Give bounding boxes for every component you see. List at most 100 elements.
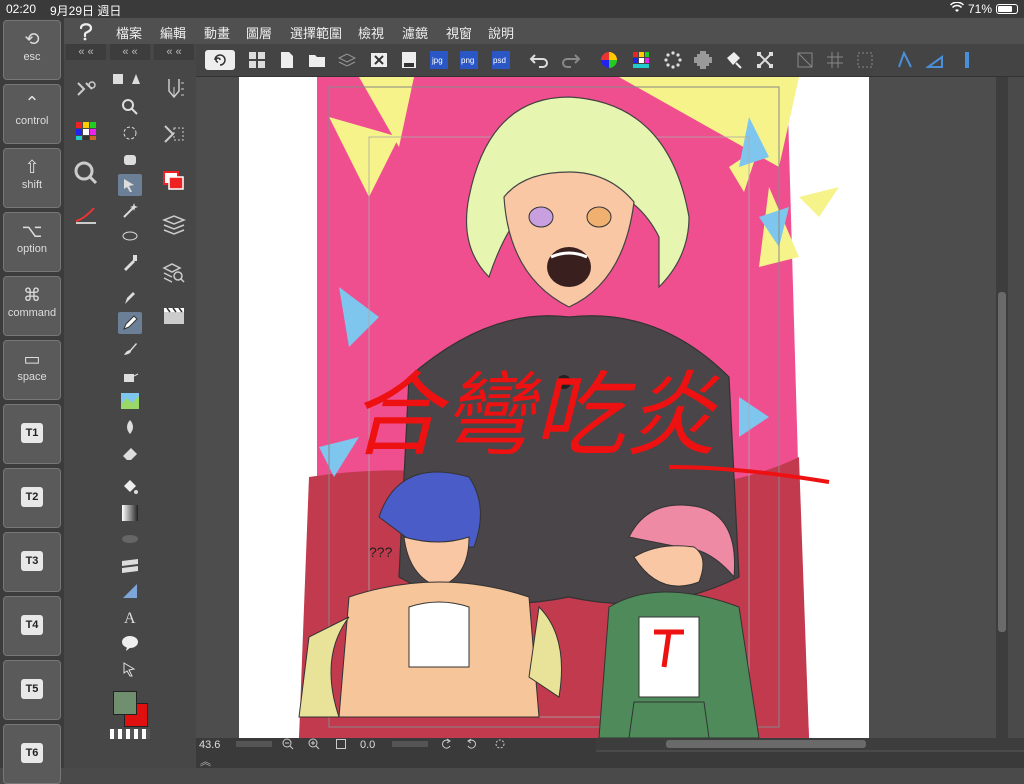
open-file-icon[interactable] — [306, 49, 328, 71]
menu-item[interactable]: 編輯 — [160, 23, 186, 42]
zoom-in-icon[interactable] — [308, 738, 320, 753]
zoom-tool-icon[interactable] — [118, 96, 142, 118]
jpg-export-icon[interactable]: jpg — [428, 49, 450, 71]
horizontal-scroll-thumb[interactable] — [666, 740, 866, 748]
correction-tool-icon[interactable] — [118, 658, 142, 680]
menu-item[interactable]: 選擇範圍 — [290, 23, 342, 42]
new-file-icon[interactable] — [276, 49, 298, 71]
menu-item[interactable]: 動畫 — [204, 23, 230, 42]
rotation-slider[interactable] — [392, 741, 428, 747]
color-set-icon[interactable] — [74, 120, 98, 142]
key-control[interactable]: ⌃ control — [3, 84, 61, 144]
menu-item[interactable]: 視窗 — [446, 23, 472, 42]
key-space[interactable]: ▭ space — [3, 340, 61, 400]
collapse-tools-button[interactable]: « « — [110, 44, 150, 60]
palette-icon[interactable] — [630, 49, 652, 71]
rotate-tool-icon[interactable] — [118, 122, 142, 144]
hand-tool-icon[interactable] — [118, 148, 142, 170]
fill-icon[interactable] — [722, 49, 744, 71]
menu-item[interactable]: 檢視 — [358, 23, 384, 42]
main-color-swatch[interactable] — [113, 691, 137, 715]
eyedropper-icon[interactable] — [118, 252, 142, 274]
figure-tool-icon[interactable] — [118, 528, 142, 550]
fill-tool-icon[interactable] — [118, 476, 142, 498]
layers-icon[interactable] — [162, 214, 186, 236]
layer-color-icon[interactable] — [162, 170, 186, 192]
gear-icon[interactable] — [692, 49, 714, 71]
balloon-tool-icon[interactable] — [118, 632, 142, 654]
menu-item[interactable]: 說明 — [488, 23, 514, 42]
pencil-tool-icon[interactable] — [118, 312, 142, 334]
canvas-area[interactable]: 合彎吃炎 ??? — [196, 77, 996, 738]
key-esc[interactable]: ⟲ esc — [3, 20, 61, 80]
rotate-right-icon[interactable] — [466, 738, 478, 753]
ruler-icon[interactable] — [894, 49, 916, 71]
close-doc-icon[interactable] — [368, 49, 390, 71]
grid-toggle-icon[interactable] — [824, 49, 846, 71]
collapse-left-button[interactable]: « « — [66, 44, 106, 60]
collapse-subtool-button[interactable]: « « — [154, 44, 194, 60]
frame-border-icon[interactable] — [118, 554, 142, 576]
tool-palette-header-icon[interactable] — [112, 68, 148, 90]
gradient-tool-icon[interactable] — [118, 502, 142, 524]
vertical-scroll-thumb[interactable] — [998, 292, 1006, 632]
auto-select-icon[interactable] — [118, 200, 142, 222]
redo-icon[interactable] — [560, 49, 582, 71]
pen-icon[interactable] — [956, 49, 978, 71]
reset-rotation-icon[interactable] — [494, 738, 506, 753]
pen-tool-icon[interactable] — [118, 286, 142, 308]
save-icon[interactable] — [398, 49, 420, 71]
crop-icon[interactable] — [794, 49, 816, 71]
move-layer-icon[interactable] — [162, 122, 186, 144]
transform-icon[interactable] — [754, 49, 776, 71]
layer-search-icon[interactable] — [162, 262, 186, 284]
app-logo-icon[interactable] — [76, 21, 98, 41]
key-t2[interactable]: T2 — [3, 468, 61, 528]
menu-bar: 檔案 編輯 動畫 圖層 選擇範圍 檢視 濾鏡 視窗 說明 — [64, 18, 1024, 44]
key-shift[interactable]: ⇧ shift — [3, 148, 61, 208]
menu-item[interactable]: 濾鏡 — [402, 23, 428, 42]
undo-history-icon[interactable] — [204, 49, 236, 71]
zoom-slider[interactable] — [236, 741, 272, 747]
blend-tool-icon[interactable] — [118, 416, 142, 438]
layer-stack-icon[interactable] — [336, 49, 358, 71]
lasso-icon[interactable] — [118, 226, 142, 248]
menu-item[interactable]: 圖層 — [246, 23, 272, 42]
spinner-icon[interactable] — [662, 49, 684, 71]
png-export-icon[interactable]: png — [458, 49, 480, 71]
brush-tool-icon[interactable] — [118, 338, 142, 360]
eraser-tool-icon[interactable] — [118, 442, 142, 464]
quick-access-panel: « « — [64, 44, 108, 768]
key-t4[interactable]: T4 — [3, 596, 61, 656]
psd-export-icon[interactable]: psd — [490, 49, 512, 71]
operation-tool-icon[interactable] — [118, 174, 142, 196]
color-wheel-icon[interactable] — [598, 49, 620, 71]
vertical-scrollbar[interactable] — [996, 77, 1008, 738]
key-command[interactable]: ⌘ command — [3, 276, 61, 336]
canvas-paper[interactable]: 合彎吃炎 ??? — [239, 77, 869, 738]
undo-icon[interactable] — [528, 49, 550, 71]
pen-pressure-icon[interactable] — [74, 204, 98, 226]
menu-item[interactable]: 檔案 — [116, 23, 142, 42]
key-t3[interactable]: T3 — [3, 532, 61, 592]
rotate-left-icon[interactable] — [440, 738, 452, 753]
key-t6[interactable]: T6 — [3, 724, 61, 784]
fit-view-icon[interactable] — [336, 739, 346, 749]
text-tool-icon[interactable]: A — [118, 606, 142, 628]
key-t5[interactable]: T5 — [3, 660, 61, 720]
perspective-icon[interactable] — [924, 49, 946, 71]
pen-nib-icon[interactable] — [162, 78, 186, 100]
airbrush-icon[interactable] — [118, 364, 142, 386]
transparent-color-swatch[interactable] — [110, 729, 150, 739]
ruler-tool-icon[interactable] — [118, 580, 142, 602]
key-option[interactable]: ⌥ option — [3, 212, 61, 272]
expand-up-icon[interactable]: ︽ — [200, 753, 211, 769]
move-nodes-icon[interactable] — [74, 78, 98, 100]
animation-clapper-icon[interactable] — [162, 304, 186, 326]
grid-icon[interactable] — [246, 49, 268, 71]
frame-icon[interactable] — [854, 49, 876, 71]
key-t1[interactable]: T1 — [3, 404, 61, 464]
search-zoom-icon[interactable] — [74, 161, 98, 185]
decoration-icon[interactable] — [118, 390, 142, 412]
zoom-out-icon[interactable] — [282, 738, 294, 753]
